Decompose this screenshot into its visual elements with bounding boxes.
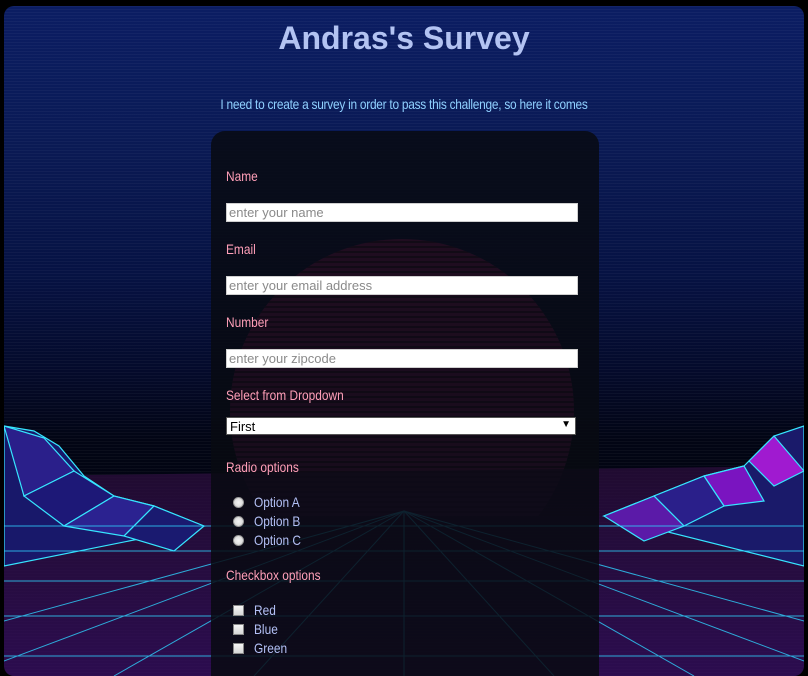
checkbox-options-label: Checkbox options	[226, 567, 321, 583]
checkbox-option-green[interactable]: Green	[233, 640, 293, 656]
checkbox-option-red[interactable]: Red	[233, 602, 280, 618]
radio-button[interactable]	[233, 534, 244, 546]
page-background: Andras's Survey I need to create a surve…	[4, 6, 804, 676]
checkbox-option-label: Green	[254, 640, 288, 656]
dropdown-select[interactable]: First ▼	[226, 417, 576, 435]
checkbox-option-blue[interactable]: Blue	[233, 621, 282, 637]
checkbox[interactable]	[233, 642, 244, 654]
radio-button[interactable]	[233, 515, 244, 527]
radio-option-a[interactable]: Option A	[233, 494, 308, 510]
zipcode-input[interactable]	[226, 349, 578, 368]
name-label: Name	[226, 168, 258, 184]
name-input[interactable]	[226, 203, 578, 222]
checkbox-option-label: Red	[254, 602, 276, 618]
checkbox[interactable]	[233, 623, 244, 635]
page-title: Andras's Survey	[278, 20, 530, 56]
radio-option-label: Option C	[254, 532, 301, 548]
email-input[interactable]	[226, 276, 578, 295]
page-description: I need to create a survey in order to pa…	[220, 96, 588, 112]
number-label: Number	[226, 314, 269, 330]
checkbox-option-label: Blue	[254, 621, 278, 637]
radio-option-label: Option B	[254, 513, 301, 529]
radio-option-b[interactable]: Option B	[233, 513, 308, 529]
checkbox[interactable]	[233, 604, 244, 616]
radio-option-c[interactable]: Option C	[233, 532, 309, 548]
dropdown-arrow-icon: ▼	[561, 419, 571, 430]
radio-option-label: Option A	[254, 494, 300, 510]
radio-button[interactable]	[233, 496, 244, 508]
email-label: Email	[226, 241, 256, 257]
radio-options-label: Radio options	[226, 459, 299, 475]
dropdown-selected-value: First	[230, 419, 256, 434]
dropdown-label: Select from Dropdown	[226, 387, 344, 403]
